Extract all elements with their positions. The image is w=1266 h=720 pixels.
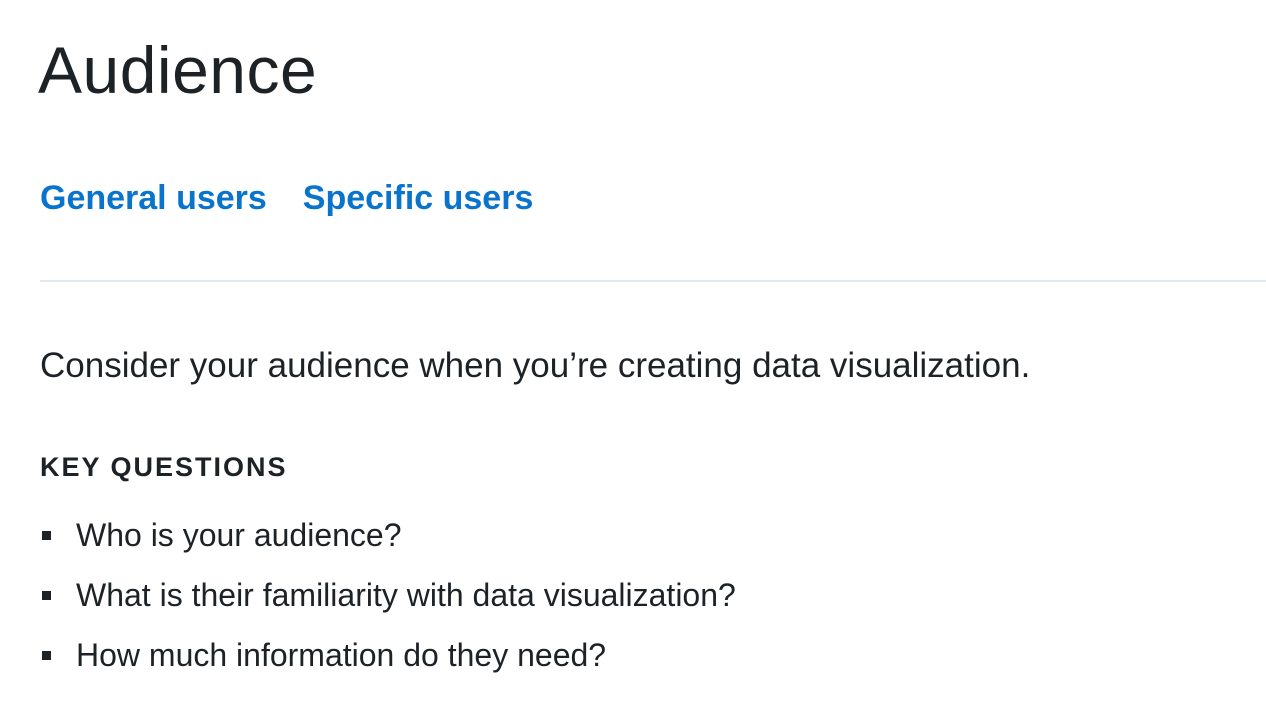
list-item: How much information do they need? (40, 634, 736, 694)
question-text: Who is your audience? (76, 517, 402, 553)
square-bullet-icon (42, 531, 51, 540)
question-text: What is their familiarity with data visu… (76, 577, 736, 613)
square-bullet-icon (42, 591, 51, 600)
page: Audience General users Specific users Co… (0, 0, 1266, 720)
intro-text: Consider your audience when you’re creat… (40, 346, 1031, 385)
list-item: Who is your audience? (40, 514, 736, 574)
audience-tabs: General users Specific users (40, 176, 533, 220)
list-item: What is their familiarity with data visu… (40, 574, 736, 634)
key-questions-list: Who is your audience? What is their fami… (40, 514, 736, 694)
tab-specific-users[interactable]: Specific users (303, 176, 534, 220)
question-text: How much information do they need? (76, 637, 607, 673)
section-divider (40, 280, 1266, 282)
square-bullet-icon (42, 651, 51, 660)
page-title: Audience (38, 33, 318, 107)
tab-general-users[interactable]: General users (40, 176, 267, 220)
key-questions-heading: KEY QUESTIONS (40, 452, 288, 482)
